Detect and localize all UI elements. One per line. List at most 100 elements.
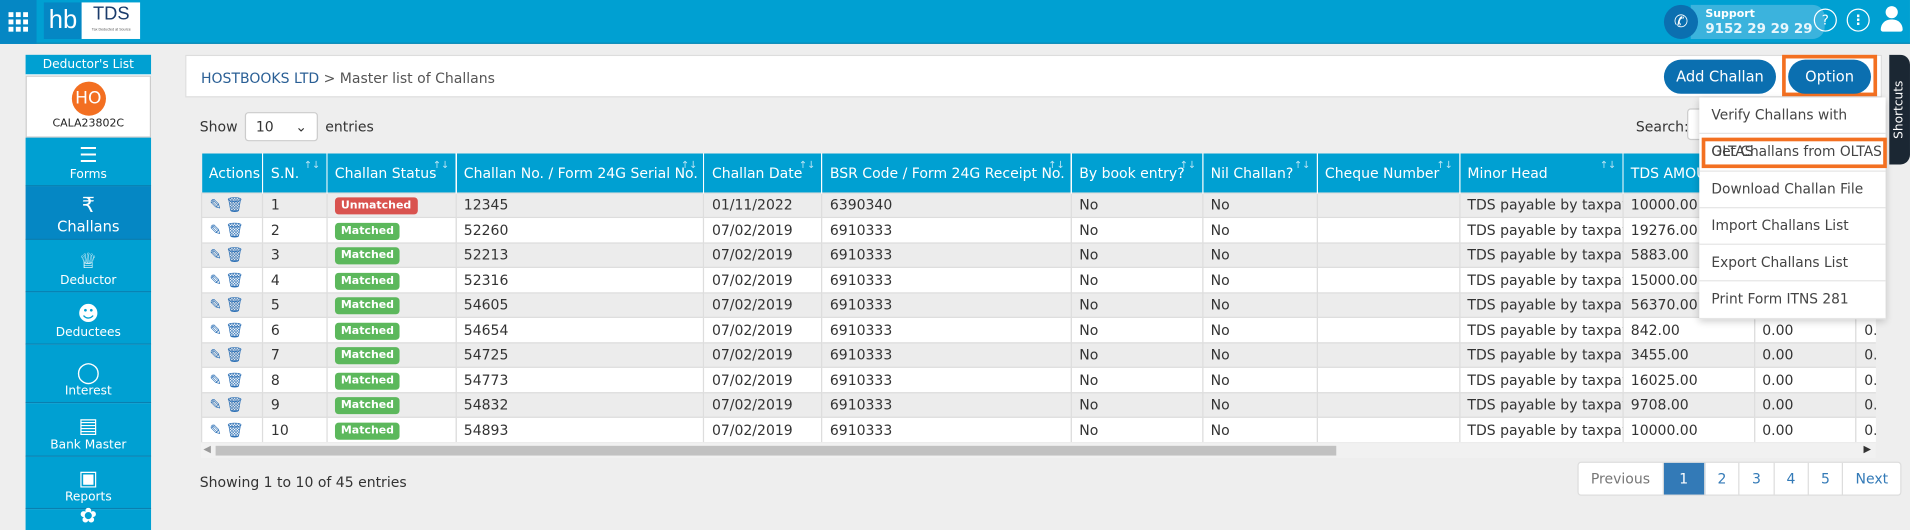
edit-icon[interactable]: ✎ (210, 346, 222, 363)
column-header[interactable]: S.N. ↑↓ (263, 153, 328, 193)
table-cell: 07/02/2019 (703, 391, 823, 418)
page-1[interactable]: 1 (1663, 462, 1706, 495)
actions-cell: ✎ 🗑 (200, 391, 264, 418)
table-cell: 10 (262, 416, 328, 443)
column-header[interactable]: Nil Challan? ↑↓ (1202, 153, 1318, 193)
pagination-next[interactable]: Next (1843, 463, 1900, 495)
logo[interactable]: hb TDS Tax Deducted at Source (43, 2, 141, 39)
sidebar-item-challans[interactable]: ₹ Challans (25, 186, 152, 240)
support-label: Support (1705, 7, 1755, 21)
delete-icon[interactable]: 🗑 (225, 421, 244, 438)
sidebar-item-more[interactable]: ✿ (25, 504, 152, 530)
page-3[interactable]: 3 (1740, 462, 1775, 495)
actions-cell: ✎ 🗑 (200, 416, 264, 443)
sort-icon[interactable]: ↑↓ (1600, 160, 1616, 171)
page-2[interactable]: 2 (1705, 462, 1740, 495)
table-row: ✎ 🗑 8 Matched 54773 07/02/2019 6910333 No No TDS … (200, 366, 1876, 393)
table-cell (1316, 216, 1461, 243)
more-vertical-icon[interactable]: ⋮ (1846, 8, 1870, 32)
table-info: Showing 1 to 10 of 45 entries (199, 473, 407, 491)
edit-icon[interactable]: ✎ (210, 221, 222, 238)
delete-icon[interactable]: 🗑 (225, 196, 244, 213)
sort-icon[interactable]: ↑↓ (1294, 160, 1310, 171)
column-header[interactable]: Cheque Number ↑↓ (1316, 153, 1461, 193)
sort-icon[interactable]: ↑↓ (1048, 160, 1064, 171)
table-row: ✎ 🗑 5 Matched 54605 07/02/2019 6910333 No No TDS … (200, 291, 1876, 318)
column-header[interactable]: Actions (201, 153, 264, 193)
table-cell: 3 (262, 241, 328, 268)
delete-icon[interactable]: 🗑 (225, 346, 244, 363)
column-header[interactable]: Challan Date ↑↓ (704, 153, 823, 193)
table-cell: No (1202, 216, 1318, 243)
horizontal-scrollbar[interactable]: ◀ ▶ (200, 443, 1876, 459)
menu-item-import-challans-list[interactable]: Import Challans List (1699, 208, 1886, 246)
pagination-previous[interactable]: Previous (1579, 462, 1664, 495)
sort-icon[interactable]: ↑↓ (681, 160, 697, 171)
menu-item-get-challans-from-oltas[interactable]: Get Challans from OLTAS (1699, 134, 1887, 172)
edit-icon[interactable]: ✎ (210, 196, 222, 213)
help-icon[interactable]: ? (1813, 8, 1837, 32)
option-button[interactable]: Option (1788, 59, 1872, 94)
sidebar-item-forms[interactable]: ☰ Forms (25, 137, 152, 187)
column-header[interactable]: Challan Status ↑↓ (326, 153, 457, 193)
sort-icon[interactable]: ↑↓ (1436, 160, 1452, 171)
sidebar-item-reports[interactable]: ▣ Reports (25, 456, 152, 510)
add-challan-button[interactable]: Add Challan (1663, 59, 1776, 94)
edit-icon[interactable]: ✎ (210, 396, 222, 413)
delete-icon[interactable]: 🗑 (225, 396, 244, 413)
table-cell: 6910333 (821, 216, 1072, 243)
shortcuts-tab[interactable]: Shortcuts (1889, 54, 1910, 165)
bank-icon: ▤ (78, 414, 99, 439)
delete-icon[interactable]: 🗑 (225, 271, 244, 288)
sort-icon[interactable]: ↑↓ (433, 160, 449, 171)
column-header[interactable]: Minor Head ↑↓ (1459, 153, 1624, 193)
menu-item-download-challan-file[interactable]: Download Challan File (1699, 171, 1886, 209)
table-cell: TDS payable by taxpayer (1458, 216, 1624, 243)
table-cell: 0.00 (1855, 316, 1876, 343)
delete-icon[interactable]: 🗑 (225, 221, 244, 238)
column-header[interactable]: Challan No. / Form 24G Serial No. ↑↓ (455, 153, 705, 193)
sort-icon[interactable]: ↑↓ (304, 160, 320, 171)
sort-icon[interactable]: ↑↓ (1180, 160, 1196, 171)
delete-icon[interactable]: 🗑 (225, 296, 244, 313)
table-cell: 6 (262, 316, 328, 343)
page-header: HOSTBOOKS LTD > Master list of Challans … (185, 54, 1882, 98)
page-4[interactable]: 4 (1774, 462, 1809, 495)
table-cell: TDS payable by taxpayer (1458, 266, 1624, 293)
breadcrumb-company[interactable]: HOSTBOOKS LTD (201, 69, 319, 86)
table-cell: No (1070, 191, 1204, 219)
table-row: ✎ 🗑 9 Matched 54832 07/02/2019 6910333 No No TDS … (200, 391, 1876, 418)
status-badge: Matched (334, 297, 401, 315)
edit-icon[interactable]: ✎ (210, 246, 222, 263)
column-header[interactable]: BSR Code / Form 24G Receipt No. ↑↓ (821, 153, 1072, 193)
delete-icon[interactable]: 🗑 (225, 246, 244, 263)
deductor-pan: CALA23802C (52, 118, 125, 131)
table-cell: 54773 (455, 366, 705, 393)
support[interactable]: ✆ Support 9152 29 29 29 (1663, 4, 1825, 41)
edit-icon[interactable]: ✎ (210, 271, 222, 288)
sidebar-item-deductees[interactable]: ☻ Deductees (25, 292, 152, 345)
menu-item-print-form-itns-281[interactable]: Print Form ITNS 281 (1699, 282, 1886, 319)
menu-item-verify-challans-with-oltas[interactable]: Verify Challans with OLTAS (1699, 97, 1886, 160)
user-icon[interactable] (1880, 6, 1903, 33)
sidebar-item-deductor[interactable]: ♕ Deductor (25, 239, 152, 293)
edit-icon[interactable]: ✎ (210, 371, 222, 388)
sidebar-item-interest[interactable]: ◯ Interest (25, 344, 152, 404)
edit-icon[interactable]: ✎ (210, 296, 222, 313)
table-row: ✎ 🗑 1 Unmatched 12345 01/11/2022 6390340 No No TD… (200, 191, 1876, 219)
page-5[interactable]: 5 (1809, 462, 1844, 495)
sidebar-item-bank-master[interactable]: ▤ Bank Master (25, 403, 152, 457)
table-cell: 5 (262, 291, 328, 318)
entries-select[interactable]: 10 ⌄ (244, 112, 318, 142)
deductors-list-title[interactable]: Deductor's List (25, 54, 152, 76)
apps-grid-icon[interactable] (0, 0, 37, 44)
table-cell: 07/02/2019 (703, 266, 823, 293)
sort-icon[interactable]: ↑↓ (799, 160, 815, 171)
deductor-card[interactable]: HO CALA23802C (25, 75, 152, 138)
column-header[interactable]: By book entry? ↑↓ (1071, 153, 1204, 193)
menu-item-export-challans-list[interactable]: Export Challans List (1699, 245, 1886, 282)
delete-icon[interactable]: 🗑 (225, 371, 244, 388)
edit-icon[interactable]: ✎ (210, 421, 222, 438)
edit-icon[interactable]: ✎ (210, 321, 222, 338)
delete-icon[interactable]: 🗑 (225, 321, 244, 338)
